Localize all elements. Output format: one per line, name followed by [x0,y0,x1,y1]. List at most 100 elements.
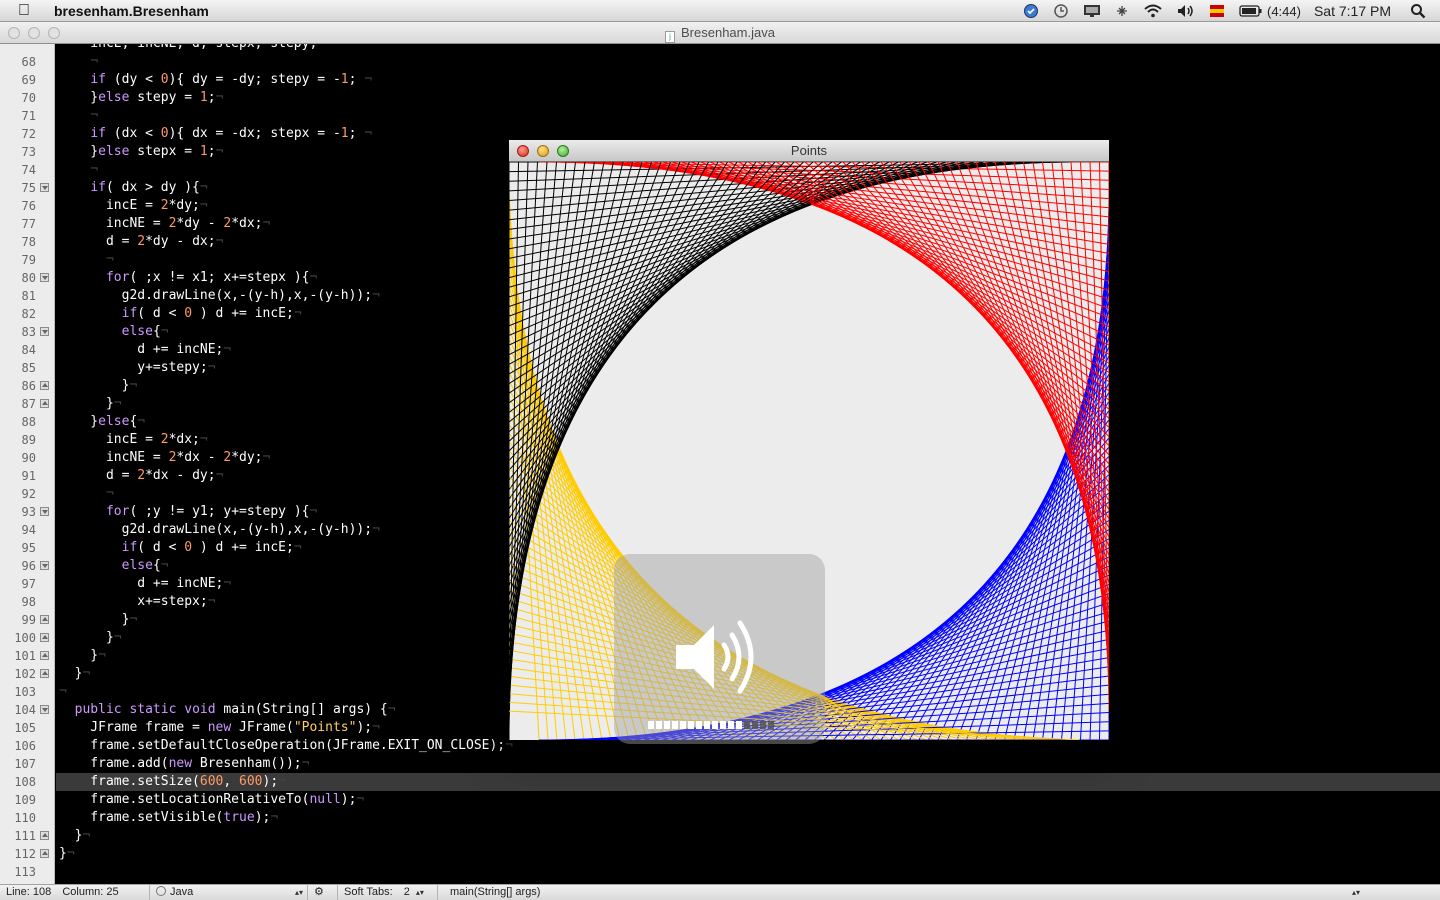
code-line[interactable]: if (dy < 0){ dy = -dy; stepy = -1; ¬ [56,71,1440,89]
volume-segment [656,721,662,729]
code-line[interactable]: frame.setLocationRelativeTo(null);¬ [56,791,1440,809]
fold-toggle-icon[interactable] [40,561,49,570]
updown-arrow-icon: ▴▾ [1351,887,1360,897]
line-number: 70 [21,91,36,105]
line-number: 88 [21,415,36,429]
fold-toggle-icon[interactable] [40,273,49,282]
updown-arrow-icon: ▴▾ [415,887,424,897]
line-number: 78 [21,235,36,249]
line-number: 90 [21,451,36,465]
document-title-text: Bresenham.java [681,25,775,40]
line-number-gutter[interactable]: 68 69 70 71 72 73 74 75 76 77 78 79 80 81 82 83 84 85 86 87… [0,44,55,884]
art-line [1089,162,1109,693]
code-line[interactable] [56,863,1440,881]
points-titlebar[interactable]: Points [509,140,1109,162]
flag-icon[interactable] [1209,0,1225,22]
display-icon[interactable] [1083,0,1101,22]
fold-toggle-icon[interactable] [40,831,49,840]
java-file-icon: j [665,31,676,43]
volume-segment [648,721,654,729]
line-number: 94 [21,523,36,537]
volume-segment [696,721,702,729]
fold-toggle-icon[interactable] [40,669,49,678]
line-number: 68 [21,55,36,69]
volume-icon[interactable] [1177,0,1195,22]
fold-toggle-icon[interactable] [40,399,49,408]
status-bar: Line: 108 Column: 25 Java ▴▾ ⚙ Soft Tabs:… [0,884,1440,900]
volume-segment [680,721,686,729]
code-line[interactable]: frame.setSize(600, 600);¬ [56,773,1440,791]
updown-arrow-icon: ▴▾ [294,887,303,897]
cursor-position: Line: 108 Column: 25 [0,884,150,900]
line-number: 98 [21,595,36,609]
gear-popup[interactable]: ⚙ [308,884,338,900]
fold-toggle-icon[interactable] [40,381,49,390]
volume-segment [752,721,758,729]
line-number: 100 [14,631,36,645]
code-line[interactable]: frame.setVisible(true);¬ [56,809,1440,827]
app-name-menu[interactable]: bresenham.Bresenham [54,3,209,19]
menu-bar:  bresenham.Bresenham (4:44) Sat 7:17 PM [0,0,1440,22]
language-popup[interactable]: Java ▴▾ [150,884,308,900]
volume-hud [614,554,825,744]
line-number: 73 [21,145,36,159]
line-number: 69 [21,73,36,87]
line-number: 76 [21,199,36,213]
line-number: 80 [21,271,36,285]
code-line[interactable]: ¬ [56,107,1440,125]
line-number: 74 [21,163,36,177]
fold-toggle-icon[interactable] [40,705,49,714]
fold-toggle-icon[interactable] [40,633,49,642]
line-number: 113 [14,865,36,879]
fold-toggle-icon[interactable] [40,327,49,336]
cloud-icon[interactable] [1023,0,1039,22]
line-number: 108 [14,775,36,789]
line-number: 85 [21,361,36,375]
line-number: 81 [21,289,36,303]
fold-toggle-icon[interactable] [40,615,49,624]
line-number: 104 [14,703,36,717]
line-number: 109 [14,793,36,807]
fold-toggle-icon[interactable] [40,651,49,660]
clock[interactable]: Sat 7:17 PM [1314,0,1391,22]
line-number: 110 [14,811,36,825]
line-number: 75 [21,181,36,195]
battery-icon[interactable]: (4:44) [1239,0,1301,22]
line-number: 112 [14,847,36,861]
code-line[interactable]: ¬ [56,53,1440,71]
code-line[interactable]: frame.add(new Bresenham());¬ [56,755,1440,773]
line-number: 97 [21,577,36,591]
line-number: 101 [14,649,36,663]
spotlight-icon[interactable] [1410,0,1426,22]
code-line[interactable]: }¬ [56,845,1440,863]
bluetooth-icon[interactable] [1115,0,1129,22]
soft-tabs-popup[interactable]: Soft Tabs: 2 ▴▾ [338,884,438,900]
fold-toggle-icon[interactable] [40,849,49,858]
line-number: 87 [21,397,36,411]
line-number: 91 [21,469,36,483]
symbol-label: main(String[] args) [450,885,541,898]
volume-segment [768,721,774,729]
fold-toggle-icon[interactable] [40,183,49,192]
time-machine-icon[interactable] [1053,0,1069,22]
line-number: 77 [21,217,36,231]
line-number: 111 [14,829,36,843]
volume-segment [728,721,734,729]
editor-titlebar[interactable]: j Bresenham.java [0,22,1440,44]
volume-segment [760,721,766,729]
symbol-popup[interactable]: main(String[] args) ▴▾ [438,885,1400,900]
code-line[interactable]: incE, incNE, d, stepx, stepy; [56,44,1440,53]
column-indicator: Column: 25 [62,885,119,898]
volume-segment [704,721,710,729]
code-line[interactable]: }¬ [56,827,1440,845]
gear-icon: ⚙ [314,885,324,898]
wifi-icon[interactable] [1143,0,1163,22]
battery-time: (4:44) [1266,3,1301,19]
apple-icon[interactable]:  [18,0,38,22]
document-title: j Bresenham.java [0,22,1440,44]
fold-toggle-icon[interactable] [40,507,49,516]
line-number: 102 [14,667,36,681]
volume-segment [664,721,670,729]
line-number: 84 [21,343,36,357]
code-line[interactable]: }else stepy = 1;¬ [56,89,1440,107]
